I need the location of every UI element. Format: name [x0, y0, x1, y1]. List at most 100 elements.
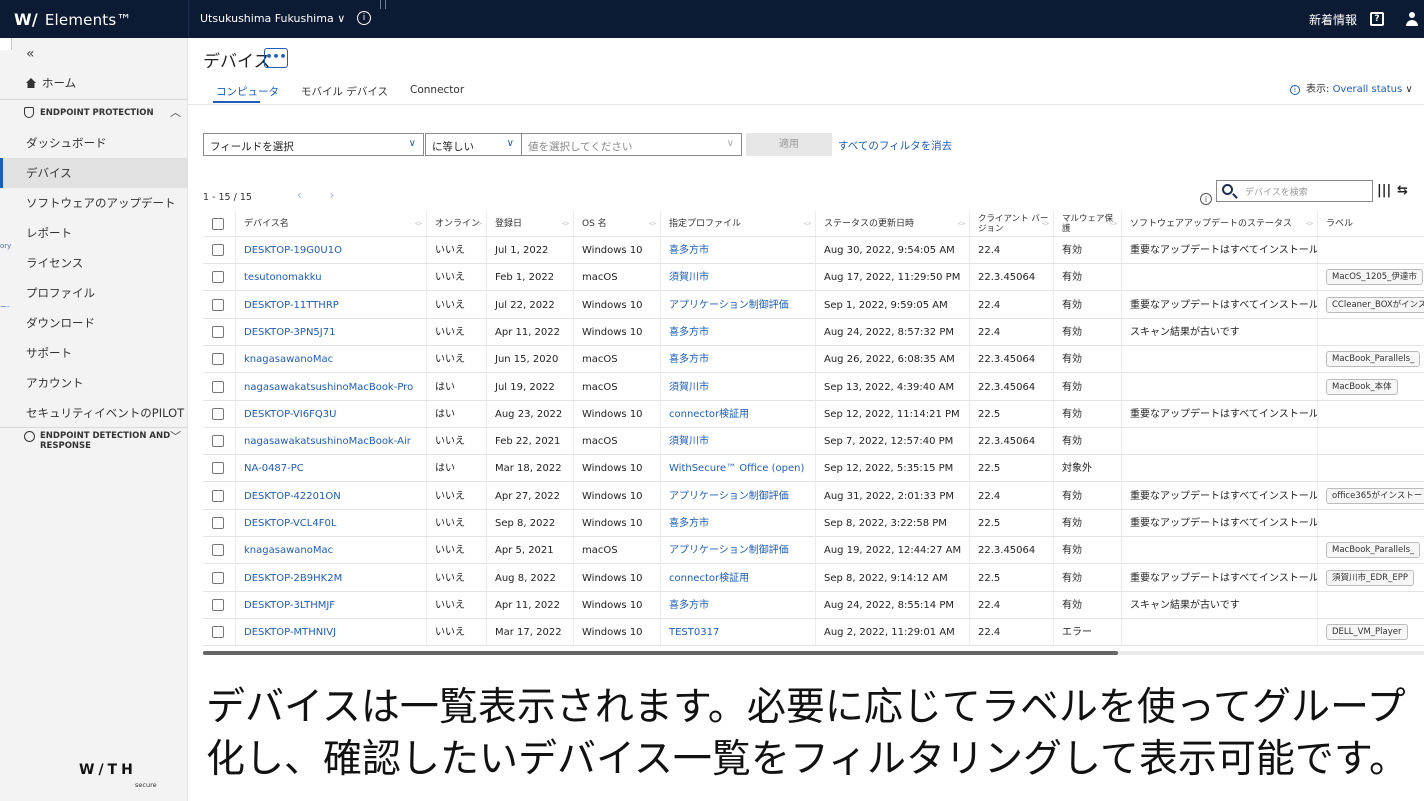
- header-device-name[interactable]: デバイス名 ︿ ﹀: [236, 211, 427, 236]
- sort-icon[interactable]: ︿ ﹀: [649, 218, 656, 231]
- sidebar-item-dashboard[interactable]: ダッシュボード: [0, 128, 188, 158]
- table-row[interactable]: nagasawakatsushinoMacBook-Air いいえ Feb 22, …: [203, 428, 1424, 456]
- device-name-link[interactable]: knagasawanoMac: [244, 545, 333, 556]
- profile-link[interactable]: アプリケーション制御評価: [669, 300, 789, 311]
- row-checkbox[interactable]: [212, 517, 224, 529]
- device-name-link[interactable]: NA-0487-PC: [244, 463, 304, 474]
- sort-icon[interactable]: ︿ ﹀: [1306, 218, 1313, 231]
- table-row[interactable]: DESKTOP-VI6FQ3U はい Aug 23, 2022 Windows 10 c…: [203, 400, 1424, 428]
- tab-computers[interactable]: コンピュータ: [216, 84, 279, 99]
- label-tag[interactable]: MacBook_Parallels_: [1326, 542, 1421, 559]
- profile-link[interactable]: アプリケーション制御評価: [669, 545, 789, 556]
- sort-icon[interactable]: ︿ ﹀: [804, 218, 811, 231]
- sort-icon[interactable]: ︿ ﹀: [562, 218, 569, 231]
- label-tag[interactable]: 須賀川市_EDR_EPP: [1326, 569, 1414, 586]
- row-checkbox[interactable]: [212, 353, 224, 366]
- sidebar-item-account[interactable]: アカウント: [0, 368, 188, 398]
- header-labels[interactable]: ラベル: [1318, 211, 1424, 236]
- header-client-version[interactable]: クライアント バー ジョン ︿ ﹀: [970, 211, 1054, 236]
- table-row[interactable]: knagasawanoMac いいえ Apr 5, 2021 macOS アプリケーショ…: [203, 537, 1424, 565]
- device-name-link[interactable]: DESKTOP-19G0U1O: [244, 245, 342, 256]
- sidebar-item-reports[interactable]: レポート: [0, 218, 188, 248]
- profile-link[interactable]: 喜多方市: [669, 327, 709, 338]
- pagination-arrows[interactable]: ‹ ›: [297, 188, 346, 202]
- device-name-link[interactable]: DESKTOP-MTHNIVJ: [244, 627, 336, 638]
- device-search-input[interactable]: デバイスを検索: [1216, 180, 1373, 202]
- row-checkbox[interactable]: [212, 571, 224, 584]
- table-row[interactable]: DESKTOP-VCL4F0L いいえ Sep 8, 2022 Windows 10 喜…: [203, 510, 1424, 537]
- info-icon[interactable]: i: [357, 11, 371, 25]
- value-select[interactable]: 値を選択してください ∨: [521, 133, 742, 156]
- device-name-link[interactable]: nagasawakatsushinoMacBook-Air: [244, 436, 411, 447]
- header-select-all[interactable]: [203, 211, 236, 236]
- app-logo[interactable]: W/ Elements™: [14, 10, 132, 29]
- sort-icon[interactable]: ︿ ﹀: [958, 218, 965, 231]
- device-name-link[interactable]: DESKTOP-3PN5J71: [244, 327, 335, 338]
- sidebar-item-support[interactable]: サポート: [0, 338, 188, 368]
- row-checkbox[interactable]: [212, 435, 224, 448]
- table-row[interactable]: DESKTOP-42201ON いいえ Apr 27, 2022 Windows 10…: [203, 482, 1424, 510]
- table-row[interactable]: DESKTOP-3PN5J71 いいえ Apr 11, 2022 Windows 10…: [203, 318, 1424, 346]
- header-os-name[interactable]: OS 名 ︿ ﹀: [574, 211, 661, 236]
- row-checkbox[interactable]: [212, 489, 224, 502]
- table-row[interactable]: DESKTOP-2B9HK2M いいえ Aug 8, 2022 Windows 10 c…: [203, 564, 1424, 592]
- horizontal-scrollbar[interactable]: [203, 651, 1424, 655]
- profile-link[interactable]: 須賀川市: [669, 436, 709, 447]
- row-checkbox[interactable]: [212, 244, 224, 256]
- profile-link[interactable]: アプリケーション制御評価: [669, 491, 789, 502]
- label-tag[interactable]: office365がインストー: [1326, 487, 1424, 504]
- device-name-link[interactable]: nagasawakatsushinoMacBook-Pro: [244, 382, 413, 393]
- table-row[interactable]: DESKTOP-MTHNIVJ いいえ Mar 17, 2022 Windows 10…: [203, 619, 1424, 647]
- profile-link[interactable]: TEST0317: [669, 627, 719, 638]
- sidebar-item-software-updates[interactable]: ソフトウェアのアップデート: [0, 188, 188, 218]
- label-tag[interactable]: MacOS_1205_伊達市: [1326, 269, 1423, 286]
- sidebar-item-devices[interactable]: デバイス: [0, 158, 188, 188]
- table-row[interactable]: tesutonomakku いいえ Feb 1, 2022 macOS 須賀川市 Aug …: [203, 264, 1424, 292]
- device-name-link[interactable]: DESKTOP-VI6FQ3U: [244, 409, 336, 420]
- profile-link[interactable]: 喜多方市: [669, 518, 709, 529]
- chevron-up-icon[interactable]: ︿: [170, 104, 181, 120]
- header-status-updated[interactable]: ステータスの更新日時 ︿ ﹀: [816, 211, 970, 236]
- view-selector[interactable]: i 表示: Overall status ∨: [1290, 80, 1413, 95]
- table-row[interactable]: nagasawakatsushinoMacBook-Pro はい Jul 19, 2…: [203, 373, 1424, 401]
- row-checkbox[interactable]: [212, 380, 224, 393]
- device-name-link[interactable]: DESKTOP-42201ON: [244, 491, 341, 502]
- header-profile[interactable]: 指定プロファイル ︿ ﹀: [661, 211, 816, 236]
- label-tag[interactable]: MacBook_Parallels_: [1326, 351, 1421, 368]
- device-name-link[interactable]: DESKTOP-3LTHMJF: [244, 600, 335, 611]
- sort-icon[interactable]: ︿ ﹀: [1110, 218, 1117, 231]
- device-name-link[interactable]: DESKTOP-2B9HK2M: [244, 573, 342, 584]
- profile-link[interactable]: 須賀川市: [669, 272, 709, 283]
- table-row[interactable]: DESKTOP-3LTHMJF いいえ Apr 11, 2022 Windows 10…: [203, 591, 1424, 619]
- row-checkbox[interactable]: [212, 271, 224, 284]
- label-tag[interactable]: DELL_VM_Player: [1326, 624, 1408, 641]
- table-row[interactable]: NA-0487-PC はい Mar 18, 2022 Windows 10 WithSe…: [203, 455, 1424, 483]
- profile-link[interactable]: 喜多方市: [669, 354, 709, 365]
- row-checkbox[interactable]: [212, 626, 224, 639]
- sidebar-item-downloads[interactable]: ダウンロード: [0, 308, 188, 338]
- profile-link[interactable]: 須賀川市: [669, 382, 709, 393]
- info-icon[interactable]: i: [1290, 85, 1300, 95]
- header-software-update-status[interactable]: ソフトウェアアップデートのステータス ︿ ﹀: [1122, 211, 1318, 236]
- organization-selector[interactable]: Utsukushima Fukushima ∨: [200, 12, 345, 25]
- profile-link[interactable]: connector検証用: [669, 573, 749, 584]
- sort-icon[interactable]: ︿ ﹀: [1042, 218, 1049, 231]
- device-name-link[interactable]: DESKTOP-VCL4F0L: [244, 518, 336, 529]
- news-link[interactable]: 新着情報: [1309, 11, 1357, 28]
- header-online[interactable]: オンライン ︿ ﹀: [427, 211, 487, 236]
- filter-settings-icon[interactable]: ⇆: [1397, 183, 1408, 198]
- scrollbar-thumb[interactable]: [203, 651, 1118, 655]
- device-name-link[interactable]: knagasawanoMac: [244, 354, 333, 365]
- row-checkbox[interactable]: [212, 544, 224, 557]
- row-checkbox[interactable]: [212, 325, 224, 338]
- chevron-down-icon[interactable]: ﹀: [170, 428, 181, 444]
- tab-connector[interactable]: Connector: [410, 84, 464, 96]
- table-row[interactable]: DESKTOP-11TTHRP いいえ Jul 22, 2022 Windows 10…: [203, 291, 1424, 319]
- sidebar-item-security-events[interactable]: セキュリティイベントのPILOT: [0, 398, 188, 428]
- sidebar-item-profiles[interactable]: プロファイル: [0, 278, 188, 308]
- row-checkbox[interactable]: [212, 598, 224, 611]
- sort-icon[interactable]: ︿ ﹀: [475, 218, 482, 231]
- field-select[interactable]: フィールドを選択 ∨: [203, 133, 424, 156]
- operator-select[interactable]: に等しい ∨: [425, 133, 522, 156]
- table-row[interactable]: DESKTOP-19G0U1O いいえ Jul 1, 2022 Windows 10 喜…: [203, 237, 1424, 264]
